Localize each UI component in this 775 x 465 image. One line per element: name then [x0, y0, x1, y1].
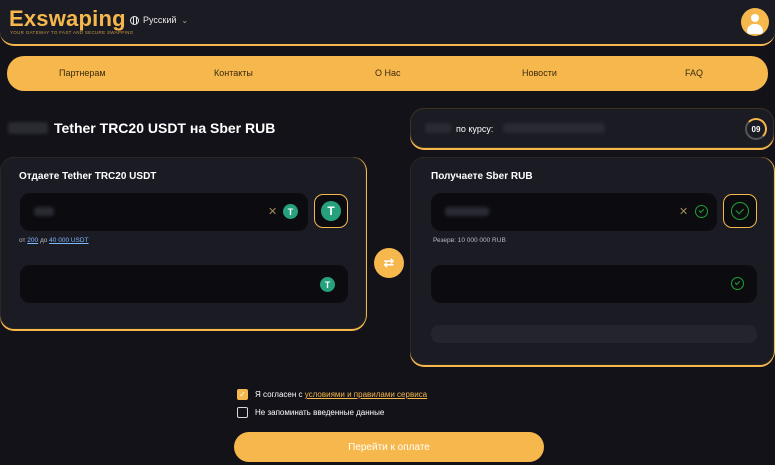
sber-icon — [731, 202, 749, 220]
give-limits: от 200 до 40 000 USDT — [19, 237, 89, 244]
proceed-to-payment-button[interactable]: Перейти к оплате — [234, 432, 544, 462]
tether-icon: T — [320, 277, 335, 292]
give-currency-button[interactable]: T — [314, 194, 348, 228]
user-icon — [751, 14, 759, 22]
blurred-amount — [8, 122, 48, 134]
user-avatar-button[interactable] — [741, 8, 769, 36]
blurred-give-amount — [34, 207, 54, 216]
blurred-receive-amount — [445, 207, 489, 216]
sber-icon — [731, 277, 744, 290]
give-title: Отдаете Tether TRC20 USDT — [19, 171, 157, 182]
exchange-rate-box: по курсу: — [410, 108, 774, 148]
nav-item-partners[interactable]: Партнерам — [59, 68, 106, 78]
give-wallet-input[interactable]: T — [20, 265, 348, 303]
terms-link[interactable]: условиями и правилами сервиса — [305, 390, 427, 399]
rate-timer: 09 — [745, 118, 767, 140]
swap-direction-button[interactable]: ⇄ — [374, 248, 404, 278]
limits-from-label: от — [19, 237, 26, 244]
terms-checkbox[interactable]: ✓ — [237, 389, 248, 400]
give-amount-input[interactable]: ✕ T — [20, 193, 308, 231]
globe-icon — [130, 15, 139, 25]
rate-label: по курсу: — [456, 124, 494, 134]
receive-amount-input[interactable]: ✕ — [431, 193, 717, 231]
logo[interactable]: Exswaping — [9, 6, 126, 32]
pair-title-text: Tether TRC20 USDT на Sber RUB — [54, 120, 276, 136]
sber-icon — [695, 205, 708, 218]
nav-item-faq[interactable]: FAQ — [685, 68, 703, 78]
blurred-rate-value — [503, 123, 605, 133]
nav-item-news[interactable]: Новости — [522, 68, 557, 78]
clear-icon[interactable]: ✕ — [679, 205, 688, 218]
user-icon-body — [747, 24, 763, 34]
remember-checkbox[interactable] — [237, 407, 248, 418]
limits-max-link[interactable]: 40 000 USDT — [49, 237, 88, 244]
remember-label: Не запоминать введенные данные — [255, 408, 385, 417]
tether-icon: T — [283, 204, 298, 219]
main-nav: Партнерам Контакты О Нас Новости FAQ — [7, 56, 768, 91]
tether-icon: T — [321, 201, 341, 221]
clear-icon[interactable]: ✕ — [268, 205, 277, 218]
terms-checkbox-row[interactable]: ✓ Я согласен с условиями и правилами сер… — [237, 389, 427, 400]
nav-item-about[interactable]: О Нас — [375, 68, 401, 78]
receive-currency-button[interactable] — [723, 194, 757, 228]
remember-checkbox-row[interactable]: Не запоминать введенные данные — [237, 407, 384, 418]
language-selector[interactable]: Русский ⌄ — [130, 15, 188, 25]
receive-title: Получаете Sber RUB — [431, 171, 533, 182]
terms-prefix: Я согласен с — [255, 390, 303, 399]
page-title: Tether TRC20 USDT на Sber RUB — [8, 120, 275, 136]
header: Exswaping YOUR GATEWAY TO FAST AND SECUR… — [0, 0, 775, 46]
blurred-rate-prefix — [425, 123, 451, 133]
swap-icon: ⇄ — [383, 255, 395, 270]
logo-tagline: YOUR GATEWAY TO FAST AND SECURE SWAPPING — [10, 30, 134, 35]
limits-to-label: до — [39, 237, 48, 244]
reserve-label: Резерв: 10 000 000 RUB — [433, 237, 506, 244]
language-label: Русский — [143, 15, 177, 25]
chevron-down-icon: ⌄ — [181, 15, 189, 25]
receive-card-number-input[interactable] — [431, 265, 757, 303]
nav-item-contacts[interactable]: Контакты — [214, 68, 253, 78]
limits-min-link[interactable]: 200 — [27, 237, 38, 244]
receive-extra-field[interactable] — [431, 325, 757, 343]
receive-card: Получаете Sber RUB ✕ — [410, 157, 774, 365]
